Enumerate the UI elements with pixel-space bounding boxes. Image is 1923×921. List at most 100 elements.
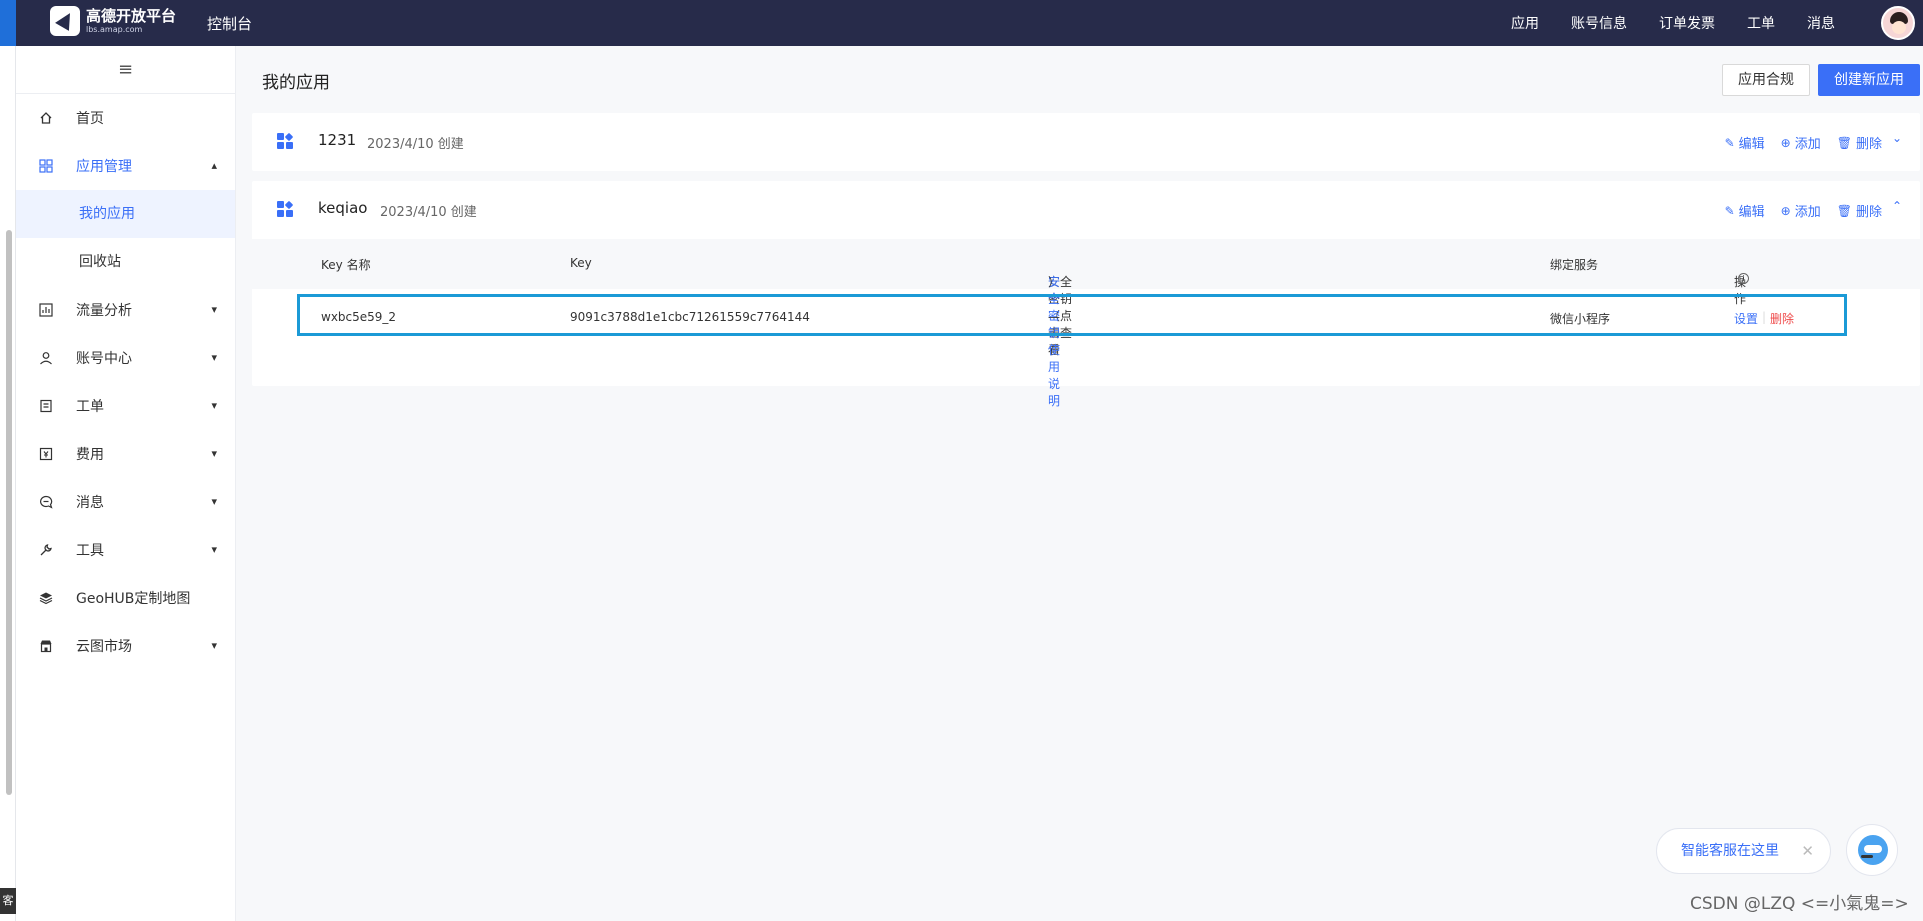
main-content: 我的应用 应用合规 创建新应用 1231 2023/4/10 创建 ✎ 编辑 ⊕ 添… bbox=[237, 46, 1923, 921]
key-value-cell: 9091c3788d1e1cbc71261559c7764144 bbox=[570, 310, 810, 324]
sidebar-item-label: 流量分析 bbox=[76, 303, 132, 319]
delete-button[interactable]: 🗑 删除 bbox=[1836, 133, 1882, 153]
sidebar-item-tools[interactable]: 工具 ▾ bbox=[16, 526, 235, 574]
logo[interactable]: 高德开放平台 lbs.amap.com bbox=[50, 6, 176, 36]
add-button[interactable]: ⊕ 添加 bbox=[1780, 201, 1821, 221]
chevron-down-icon[interactable]: ⌄ bbox=[1892, 131, 1902, 145]
app-actions: ✎ 编辑 ⊕ 添加 🗑 删除 bbox=[1725, 133, 1882, 153]
app-card-header[interactable]: 1231 2023/4/10 创建 ✎ 编辑 ⊕ 添加 🗑 删除 ⌄ bbox=[252, 113, 1920, 171]
user-icon bbox=[38, 350, 54, 366]
edit-button[interactable]: ✎ 编辑 bbox=[1725, 133, 1765, 153]
layers-icon bbox=[38, 590, 54, 606]
wrench-icon bbox=[38, 542, 54, 558]
trash-icon: 🗑 bbox=[1836, 203, 1852, 218]
collapse-menu-icon[interactable]: ≡ bbox=[16, 46, 235, 94]
trash-icon: 🗑 bbox=[1836, 135, 1852, 150]
sidebar-item-cloud-market[interactable]: 云图市场 ▾ bbox=[16, 622, 235, 670]
chart-icon bbox=[38, 302, 54, 318]
grid-icon bbox=[38, 158, 54, 174]
smart-service-label: 智能客服在这里 bbox=[1681, 843, 1779, 859]
delete-key-link[interactable]: 删除 bbox=[1770, 310, 1794, 327]
ticket-icon bbox=[38, 398, 54, 414]
console-title[interactable]: 控制台 bbox=[207, 13, 252, 34]
chevron-down-icon: ▾ bbox=[211, 351, 217, 364]
app-card: keqiao 2023/4/10 创建 ✎ 编辑 ⊕ 添加 🗑 删除 ⌃ Key 名称… bbox=[252, 181, 1920, 408]
chevron-up-icon[interactable]: ⌃ bbox=[1892, 199, 1902, 213]
page-title: 我的应用 bbox=[262, 73, 330, 93]
plus-circle-icon: ⊕ bbox=[1780, 135, 1791, 150]
sidebar-item-label: 云图市场 bbox=[76, 639, 132, 655]
key-table-header: Key 名称 Key 安全密钥（点击查看 安全密钥使用说明） 绑定服务 操作 i bbox=[252, 239, 1920, 408]
smart-service-button[interactable]: 智能客服在这里 ✕ bbox=[1656, 828, 1831, 874]
topnav-invoices[interactable]: 订单发票 bbox=[1659, 13, 1715, 33]
top-nav: 应用 账号信息 订单发票 工单 消息 bbox=[1511, 13, 1835, 33]
sidebar: ≡ 首页 应用管理 ▴ 我的应用 回收站 流量分析 ▾ 账号中心 ▾ 工单 ▾ bbox=[16, 46, 236, 921]
sidebar-item-traffic[interactable]: 流量分析 ▾ bbox=[16, 286, 235, 334]
chevron-down-icon: ▾ bbox=[211, 543, 217, 556]
store-icon bbox=[38, 638, 54, 654]
secret-cell: — bbox=[1048, 310, 1060, 324]
topnav-account[interactable]: 账号信息 bbox=[1571, 13, 1627, 33]
chevron-down-icon: ▾ bbox=[211, 447, 217, 460]
app-actions: ✎ 编辑 ⊕ 添加 🗑 删除 bbox=[1725, 201, 1882, 221]
sidebar-item-tickets[interactable]: 工单 ▾ bbox=[16, 382, 235, 430]
watermark: CSDN @LZQ <=小氣鬼=> bbox=[1690, 894, 1909, 914]
sidebar-item-label: 工具 bbox=[76, 543, 104, 559]
ops-separator: | bbox=[1762, 310, 1767, 324]
left-edge-tag: 客 bbox=[0, 888, 16, 914]
message-icon bbox=[38, 494, 54, 510]
info-icon[interactable]: i bbox=[1738, 273, 1749, 284]
sidebar-item-geohub[interactable]: GeoHUB定制地图 bbox=[16, 574, 235, 622]
scrollbar[interactable] bbox=[6, 230, 12, 795]
key-name-cell: wxbc5e59_2 bbox=[321, 310, 397, 324]
app-grid-icon bbox=[277, 132, 294, 149]
sidebar-item-label: 首页 bbox=[76, 111, 104, 127]
logo-subtitle: lbs.amap.com bbox=[86, 24, 143, 34]
topnav-tickets[interactable]: 工单 bbox=[1747, 13, 1775, 33]
topnav-messages[interactable]: 消息 bbox=[1807, 13, 1835, 33]
app-card-header[interactable]: keqiao 2023/4/10 创建 ✎ 编辑 ⊕ 添加 🗑 删除 ⌃ bbox=[252, 181, 1920, 239]
billing-icon bbox=[38, 446, 54, 462]
top-bar: 高德开放平台 lbs.amap.com 控制台 应用 账号信息 订单发票 工单 … bbox=[16, 0, 1923, 46]
app-card: 1231 2023/4/10 创建 ✎ 编辑 ⊕ 添加 🗑 删除 ⌄ bbox=[252, 113, 1920, 171]
sidebar-subitem-my-apps[interactable]: 我的应用 bbox=[16, 190, 235, 238]
home-icon bbox=[38, 110, 54, 126]
sidebar-item-label: 账号中心 bbox=[76, 351, 132, 367]
create-app-button[interactable]: 创建新应用 bbox=[1818, 64, 1920, 96]
delete-button[interactable]: 🗑 删除 bbox=[1836, 201, 1882, 221]
sidebar-item-label: GeoHUB定制地图 bbox=[76, 591, 191, 607]
sidebar-item-label: 应用管理 bbox=[76, 159, 132, 175]
add-button[interactable]: ⊕ 添加 bbox=[1780, 133, 1821, 153]
sidebar-item-account[interactable]: 账号中心 ▾ bbox=[16, 334, 235, 382]
sidebar-subitem-recycle-bin[interactable]: 回收站 bbox=[16, 238, 235, 286]
sidebar-item-billing[interactable]: 费用 ▾ bbox=[16, 430, 235, 478]
plus-circle-icon: ⊕ bbox=[1780, 203, 1791, 218]
sidebar-item-messages[interactable]: 消息 ▾ bbox=[16, 478, 235, 526]
sidebar-item-app-management[interactable]: 应用管理 ▴ bbox=[16, 142, 235, 190]
close-icon[interactable]: ✕ bbox=[1801, 829, 1814, 873]
app-name: keqiao bbox=[318, 199, 368, 217]
sidebar-item-label: 工单 bbox=[76, 399, 104, 415]
app-grid-icon bbox=[277, 200, 294, 217]
chevron-down-icon: ▾ bbox=[211, 495, 217, 508]
table-row: wxbc5e59_2 9091c3788d1e1cbc71261559c7764… bbox=[297, 294, 1847, 336]
left-edge-blue-block bbox=[0, 0, 16, 46]
topnav-apps[interactable]: 应用 bbox=[1511, 13, 1539, 33]
sidebar-item-label: 消息 bbox=[76, 495, 104, 511]
column-key: Key bbox=[570, 256, 592, 270]
chevron-down-icon: ▾ bbox=[211, 303, 217, 316]
chevron-down-icon: ▾ bbox=[211, 639, 217, 652]
column-key-name: Key 名称 bbox=[321, 258, 371, 272]
app-created-date: 2023/4/10 创建 bbox=[380, 205, 477, 220]
sidebar-item-label: 费用 bbox=[76, 447, 104, 463]
avatar[interactable] bbox=[1881, 6, 1915, 40]
edit-button[interactable]: ✎ 编辑 bbox=[1725, 201, 1765, 221]
service-cell: 微信小程序 bbox=[1550, 312, 1611, 326]
sidebar-item-home[interactable]: 首页 bbox=[16, 94, 235, 142]
app-compliance-button[interactable]: 应用合规 bbox=[1722, 64, 1810, 96]
customer-service-bot-icon[interactable] bbox=[1846, 824, 1898, 876]
chevron-up-icon: ▴ bbox=[211, 159, 217, 172]
logo-title: 高德开放平台 bbox=[86, 6, 177, 25]
app-name: 1231 bbox=[318, 131, 357, 149]
settings-link[interactable]: 设置 bbox=[1734, 310, 1758, 327]
